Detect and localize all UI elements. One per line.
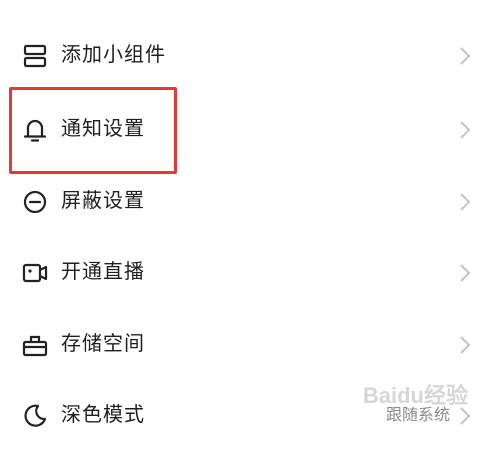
chevron-right-icon [458,334,472,356]
widget-icon [22,43,48,69]
moon-icon [22,403,48,429]
settings-item-label: 存储空间 [61,331,145,355]
settings-item-add-widget[interactable]: 添加小组件 [0,21,488,91]
settings-item-label: 添加小组件 [61,42,166,66]
chevron-right-icon [458,191,472,213]
settings-item-live[interactable]: 开通直播 [0,238,488,308]
settings-item-block[interactable]: 屏蔽设置 [0,167,488,237]
chevron-right-icon [458,262,472,284]
settings-item-label: 开通直播 [61,259,145,283]
storage-box-icon [22,332,48,358]
highlight-box [9,87,177,174]
watermark-logo: Baidu经验 [362,383,468,408]
block-icon [22,189,48,215]
live-camera-icon [22,260,48,286]
chevron-right-icon [458,119,472,141]
chevron-right-icon [458,45,472,67]
settings-item-storage[interactable]: 存储空间 [0,310,488,380]
settings-item-label: 屏蔽设置 [61,188,145,212]
